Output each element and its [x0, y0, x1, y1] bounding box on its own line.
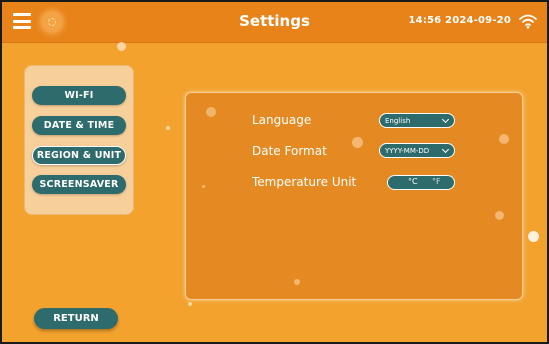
nav-date-time-button[interactable]: DATE & TIME [32, 116, 126, 135]
return-button[interactable]: RETURN [34, 308, 118, 329]
decorative-bubble [495, 211, 504, 220]
nav-wifi-button[interactable]: WI-FI [32, 86, 126, 105]
language-select[interactable]: English [379, 113, 455, 128]
temperature-unit-label: Temperature Unit [252, 175, 357, 189]
decorative-bubble [528, 231, 539, 242]
top-bar: Settings 14:56 2024-09-20 [2, 2, 547, 43]
decorative-bubble [188, 302, 192, 306]
temperature-unit-toggle[interactable]: °C °F [387, 175, 455, 190]
language-label: Language [252, 113, 312, 127]
settings-nav-panel: WI-FI DATE & TIME REGION & UNIT SCREENSA… [24, 65, 134, 215]
date-format-value: YYYY-MM-DD [385, 146, 430, 155]
clock-time: 14:56 [408, 15, 442, 26]
decorative-bubble [202, 185, 205, 188]
clock-date: 2024-09-20 [445, 15, 511, 26]
celsius-option[interactable]: °C [408, 177, 418, 186]
nav-region-unit-button[interactable]: REGION & UNIT [32, 146, 126, 165]
language-value: English [385, 116, 411, 125]
decorative-bubble [206, 107, 216, 117]
settings-screen: Settings 14:56 2024-09-20 WI-FI DATE & T… [0, 0, 549, 344]
wifi-icon[interactable] [519, 13, 537, 29]
chevron-down-icon [441, 145, 450, 154]
decorative-bubble [166, 126, 170, 130]
date-format-select[interactable]: YYYY-MM-DD [379, 143, 455, 158]
region-unit-panel: Language English Date Format YYYY-MM-DD … [185, 92, 523, 300]
date-format-label: Date Format [252, 144, 327, 158]
chevron-down-icon [441, 115, 450, 124]
clock: 14:56 2024-09-20 [409, 15, 512, 26]
decorative-bubble [499, 134, 509, 144]
fahrenheit-option[interactable]: °F [432, 177, 441, 186]
nav-screensaver-button[interactable]: SCREENSAVER [32, 175, 126, 194]
decorative-bubble [117, 42, 126, 51]
decorative-bubble [294, 279, 300, 285]
decorative-bubble [352, 137, 363, 148]
